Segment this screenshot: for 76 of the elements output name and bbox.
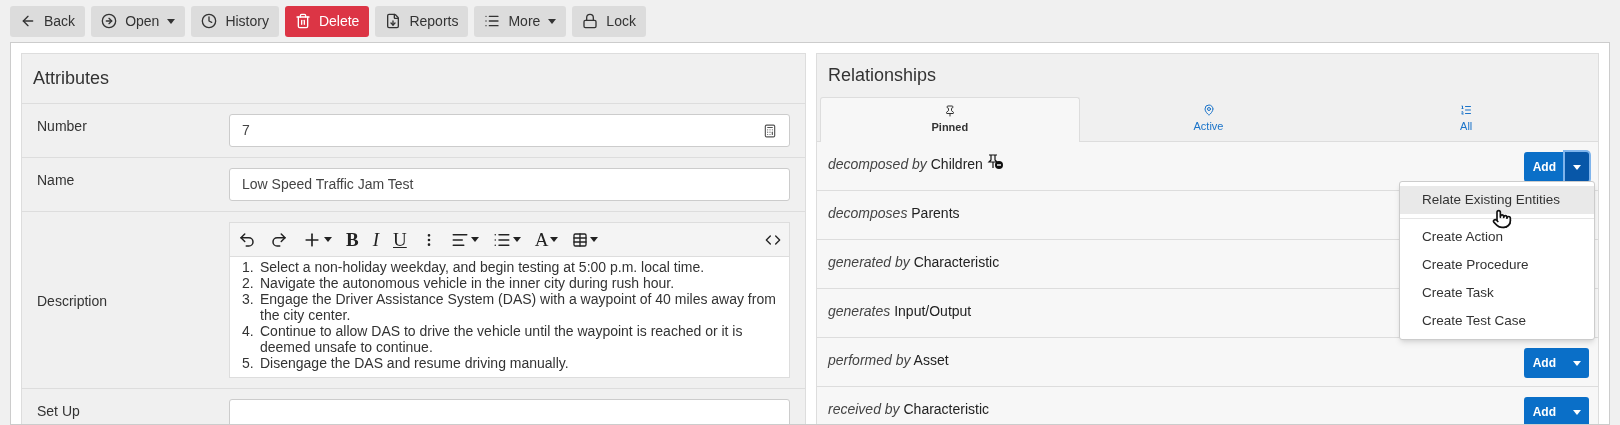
reports-button[interactable]: Reports <box>375 5 469 37</box>
underline-button[interactable]: U <box>393 230 407 249</box>
bold-button[interactable]: B <box>346 230 359 249</box>
relationship-label: decomposes Parents <box>828 204 960 223</box>
add-button[interactable]: Add <box>1523 397 1565 424</box>
hand-cursor-icon <box>1492 209 1512 229</box>
input-field[interactable]: 7 <box>229 114 790 147</box>
relationship-label: received by Characteristic <box>828 400 990 419</box>
relationship-label: performed by Asset <box>828 351 949 370</box>
list-marker: 3. <box>242 291 255 309</box>
trash-icon <box>294 13 311 29</box>
lock-button[interactable]: Lock <box>572 5 646 37</box>
field-label: Description <box>37 291 109 311</box>
field-label: Number <box>37 117 88 136</box>
delete-button[interactable]: Delete <box>284 5 370 37</box>
tab[interactable]: Pinned <box>820 97 1080 142</box>
add-button[interactable]: Add <box>1523 348 1565 378</box>
relationship-label: decomposed by Children <box>828 155 983 174</box>
list-item-text: Engage the Driver Assistance System (DAS) with a waypoint of 40 miles away from the city center. <box>260 291 777 323</box>
table-dropdown[interactable] <box>572 231 599 248</box>
field-label: Name <box>37 171 76 190</box>
italic-button[interactable]: I <box>372 230 379 249</box>
caret-icon <box>167 18 176 24</box>
list-icon <box>1460 103 1473 116</box>
menu-item[interactable]: Create Test Case <box>1400 307 1594 335</box>
list-item-text: Continue to allow DAS to drive the vehicle until the waypoint is reached or it is deemed unsafe to continue. <box>260 323 744 355</box>
add-dropdown-toggle[interactable] <box>1565 397 1589 424</box>
relationship-label: generated by Characteristic <box>828 253 1000 272</box>
list-item-text: Disengage the DAS and resume driving manually. <box>260 355 569 371</box>
add-button[interactable]: Add <box>1523 152 1565 182</box>
history-button[interactable]: History <box>191 5 279 37</box>
caret-icon <box>1573 360 1581 366</box>
lock-icon <box>582 13 599 29</box>
menu-item[interactable]: Create Procedure <box>1400 251 1594 279</box>
undo-icon[interactable] <box>238 230 256 249</box>
list-marker: 1. <box>242 259 255 275</box>
caret-icon <box>1573 409 1581 415</box>
caret-icon <box>324 237 332 242</box>
unpin-icon <box>985 154 1004 170</box>
list-marker: 2. <box>242 275 255 291</box>
caret-icon <box>512 237 521 242</box>
caret-icon <box>1573 164 1581 170</box>
list-item-text: Select a non-holiday weekday, and begin testing at 5:00 p.m. local time. <box>260 259 705 275</box>
menu-item[interactable]: Relate Existing Entities <box>1400 186 1594 214</box>
list-marker: 4. <box>242 323 255 341</box>
tab[interactable]: Active <box>1079 97 1338 141</box>
caret-icon <box>470 237 479 242</box>
calculator-icon <box>763 123 777 138</box>
caret-icon <box>590 237 599 242</box>
list-icon <box>484 13 501 29</box>
field-label: Set Up <box>37 402 81 421</box>
open-button[interactable]: Open <box>91 5 186 37</box>
list-item-text: Navigate the autonomous vehicle in the inner city during rush hour. <box>260 275 675 291</box>
input-field[interactable] <box>229 399 790 424</box>
menu-item[interactable]: Create Task <box>1400 279 1594 307</box>
redo-icon[interactable] <box>270 230 288 249</box>
field-value: Low Speed Traffic Jam Test <box>242 175 414 194</box>
add-dropdown-toggle[interactable] <box>1565 348 1589 378</box>
input-field[interactable]: Low Speed Traffic Jam Test <box>229 168 790 201</box>
relationship-label: generates Input/Output <box>828 302 972 321</box>
add-dropdown-toggle[interactable] <box>1565 152 1589 182</box>
font-dropdown[interactable]: A <box>534 230 559 249</box>
caret-icon <box>548 18 557 24</box>
caret-icon <box>550 237 559 242</box>
pin-icon <box>943 104 956 117</box>
panel-title: Relationships <box>828 64 937 87</box>
menu-item[interactable]: Create Action <box>1400 223 1594 251</box>
list-marker: 5. <box>242 355 255 371</box>
map-marker-icon <box>1202 103 1215 116</box>
back-button[interactable]: Back <box>10 5 86 37</box>
tab[interactable]: All <box>1337 97 1595 141</box>
panel-title: Attributes <box>33 67 110 90</box>
more-button[interactable]: More <box>474 5 567 37</box>
clock-icon <box>201 13 218 29</box>
table-icon <box>572 231 589 248</box>
field-value: 7 <box>242 121 250 140</box>
